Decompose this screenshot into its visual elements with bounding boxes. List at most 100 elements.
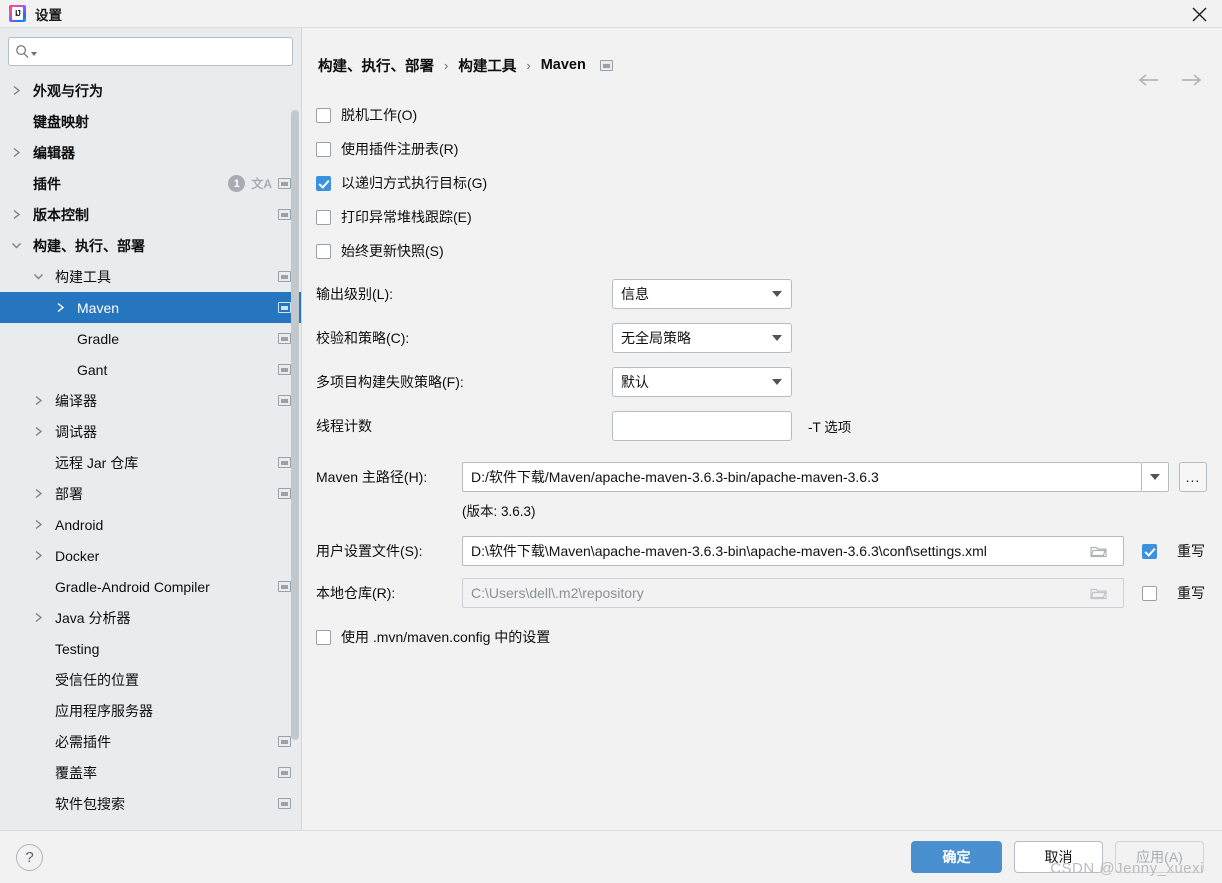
search-icon	[16, 45, 29, 59]
ok-button[interactable]: 确定	[911, 841, 1002, 873]
folder-icon[interactable]	[1081, 586, 1115, 600]
chevron-down-icon	[772, 379, 782, 385]
chevron-down-icon[interactable]	[8, 241, 25, 250]
tree-row-indicators	[278, 457, 291, 468]
sidebar-item-编辑器[interactable]: 编辑器	[0, 137, 301, 168]
mvn-config-row[interactable]: 使用 .mvn/maven.config 中的设置	[316, 620, 1222, 654]
maven-field-label: 输出级别(L):	[316, 286, 393, 302]
settings-sync-icon[interactable]	[278, 767, 291, 778]
local-repo-input[interactable]: C:\Users\dell\.m2\repository	[462, 578, 1124, 608]
settings-sync-icon[interactable]	[599, 59, 613, 71]
sidebar-item-版本控制[interactable]: 版本控制	[0, 199, 301, 230]
sidebar-item-远程 Jar 仓库[interactable]: 远程 Jar 仓库	[0, 447, 301, 478]
breadcrumb-part-1[interactable]: 构建工具	[458, 55, 516, 76]
chevron-right-icon[interactable]	[30, 519, 47, 530]
chevron-right-icon[interactable]	[8, 209, 25, 220]
maven-field-combo[interactable]: 默认	[612, 367, 792, 397]
maven-field-combo[interactable]: 无全局策略	[612, 323, 792, 353]
maven-option-row[interactable]: 脱机工作(O)	[316, 98, 1222, 132]
sidebar-item-Gant[interactable]: Gant	[0, 354, 301, 385]
sidebar-item-应用程序服务器[interactable]: 应用程序服务器	[0, 695, 301, 726]
local-repo-override[interactable]: 重写	[1142, 583, 1205, 603]
maven-home-input[interactable]: D:/软件下载/Maven/apache-maven-3.6.3-bin/apa…	[462, 462, 1142, 492]
user-settings-override-checkbox[interactable]	[1142, 543, 1157, 559]
breadcrumb-part-0[interactable]: 构建、执行、部署	[318, 55, 434, 76]
chevron-right-icon[interactable]	[30, 426, 47, 437]
settings-sync-icon[interactable]	[278, 457, 291, 468]
chevron-right-icon[interactable]	[30, 488, 47, 499]
maven-field-combo[interactable]: 信息	[612, 279, 792, 309]
settings-sync-icon[interactable]	[278, 395, 291, 406]
local-repo-override-checkbox[interactable]	[1142, 585, 1157, 601]
user-settings-input[interactable]: D:\软件下载\Maven\apache-maven-3.6.3-bin\apa…	[462, 536, 1124, 566]
maven-option-checkbox[interactable]	[316, 209, 331, 225]
maven-option-row[interactable]: 始终更新快照(S)	[316, 234, 1222, 268]
settings-sync-icon[interactable]	[278, 178, 291, 189]
sidebar-item-调试器[interactable]: 调试器	[0, 416, 301, 447]
sidebar-item-覆盖率[interactable]: 覆盖率	[0, 757, 301, 788]
sidebar-item-受信任的位置[interactable]: 受信任的位置	[0, 664, 301, 695]
sidebar-item-插件[interactable]: 插件 1 文A	[0, 168, 301, 199]
sidebar-item-Maven[interactable]: Maven	[0, 292, 301, 323]
sidebar-item-软件包搜索[interactable]: 软件包搜索	[0, 788, 301, 819]
maven-option-row[interactable]: 使用插件注册表(R)	[316, 132, 1222, 166]
apply-button[interactable]: 应用(A)	[1115, 841, 1204, 873]
chevron-down-icon[interactable]	[30, 272, 47, 281]
sidebar-item-编译器[interactable]: 编译器	[0, 385, 301, 416]
maven-option-checkbox[interactable]	[316, 175, 331, 191]
settings-sync-icon[interactable]	[278, 364, 291, 375]
mvn-config-checkbox[interactable]	[316, 629, 331, 645]
settings-sync-icon[interactable]	[278, 736, 291, 747]
sidebar-item-构建、执行、部署[interactable]: 构建、执行、部署	[0, 230, 301, 261]
chevron-right-icon[interactable]	[30, 550, 47, 561]
user-settings-override[interactable]: 重写	[1142, 541, 1205, 561]
sidebar-scrollbar-thumb[interactable]	[291, 110, 299, 740]
maven-option-checkbox[interactable]	[316, 243, 331, 259]
cancel-button[interactable]: 取消	[1014, 841, 1103, 873]
sidebar-item-label: 构建、执行、部署	[33, 237, 145, 254]
settings-sync-icon[interactable]	[278, 209, 291, 220]
chevron-right-icon[interactable]	[52, 302, 69, 313]
chevron-right-icon[interactable]	[30, 395, 47, 406]
maven-option-row[interactable]: 打印异常堆栈跟踪(E)	[316, 200, 1222, 234]
chevron-right-icon[interactable]	[30, 612, 47, 623]
settings-sync-icon[interactable]	[278, 333, 291, 344]
sidebar-item-Testing[interactable]: Testing	[0, 633, 301, 664]
sidebar-item-构建工具[interactable]: 构建工具	[0, 261, 301, 292]
maven-option-checkbox[interactable]	[316, 107, 331, 123]
maven-home-browse-button[interactable]: ...	[1179, 462, 1207, 492]
arrow-left-icon[interactable]	[1138, 73, 1160, 92]
sidebar-item-部署[interactable]: 部署	[0, 478, 301, 509]
sidebar-item-Java 分析器[interactable]: Java 分析器	[0, 602, 301, 633]
arrow-right-icon[interactable]	[1180, 73, 1202, 92]
maven-home-dropdown-button[interactable]	[1142, 462, 1169, 492]
maven-option-row[interactable]: 以递归方式执行目标(G)	[316, 166, 1222, 200]
sidebar-item-Docker[interactable]: Docker	[0, 540, 301, 571]
help-button[interactable]: ?	[16, 843, 43, 871]
settings-sync-icon[interactable]	[278, 488, 291, 499]
close-icon[interactable]	[1176, 0, 1222, 28]
maven-field-input[interactable]	[612, 411, 792, 441]
search-input[interactable]	[41, 43, 286, 60]
sidebar-item-必需插件[interactable]: 必需插件	[0, 726, 301, 757]
settings-tree[interactable]: 外观与行为 键盘映射 编辑器 插件 1 文A 版本控制 构建、执行、部署 构建工具 Maven Gr…	[0, 73, 301, 830]
settings-sync-icon[interactable]	[278, 581, 291, 592]
sidebar-item-Gradle-Android Compiler[interactable]: Gradle-Android Compiler	[0, 571, 301, 602]
sidebar-item-Gradle[interactable]: Gradle	[0, 323, 301, 354]
search-dropdown-caret[interactable]	[31, 52, 37, 56]
chevron-right-icon[interactable]	[8, 147, 25, 158]
maven-field-row: 输出级别(L): 信息	[316, 272, 1222, 316]
folder-icon[interactable]	[1081, 544, 1115, 558]
sidebar-item-外观与行为[interactable]: 外观与行为	[0, 75, 301, 106]
maven-home-value: D:/软件下载/Maven/apache-maven-3.6.3-bin/apa…	[471, 469, 879, 485]
maven-option-checkbox[interactable]	[316, 141, 331, 157]
sidebar-item-键盘映射[interactable]: 键盘映射	[0, 106, 301, 137]
sidebar-item-Android[interactable]: Android	[0, 509, 301, 540]
settings-sync-icon[interactable]	[278, 798, 291, 809]
settings-sync-icon[interactable]	[278, 302, 291, 313]
search-box[interactable]	[8, 37, 293, 66]
settings-sync-icon[interactable]	[278, 271, 291, 282]
sidebar-scrollbar[interactable]	[291, 110, 299, 742]
chevron-right-icon[interactable]	[8, 85, 25, 96]
maven-options-field-group: 输出级别(L): 信息 校验和策略(C): 无全局策略 多项目构建失败策略(F): 默认线…	[316, 272, 1222, 448]
